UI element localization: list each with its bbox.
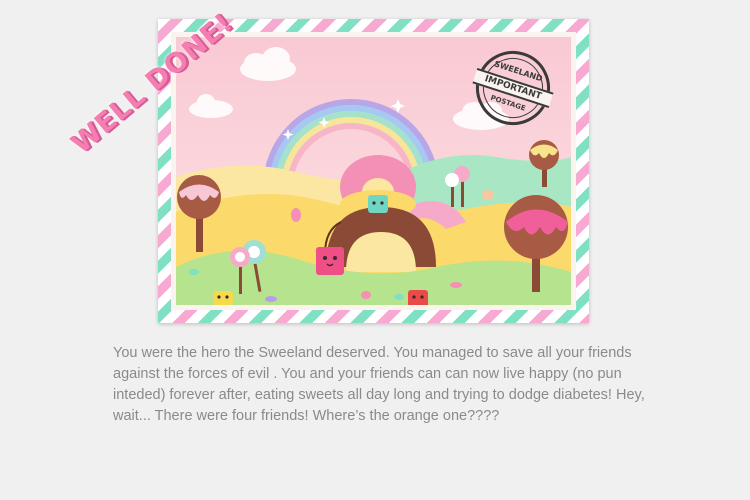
teal-cube-friend [368,195,388,213]
game-screen: SWEELAND IMPORTANT POSTAGE WELL DONE! Yo… [0,0,750,500]
ending-story-text: You were the hero the Sweeland deserved.… [113,345,645,424]
red-cube-friend [408,290,428,305]
yellow-cube-friend [213,291,233,305]
pink-cube-friend [316,247,344,275]
